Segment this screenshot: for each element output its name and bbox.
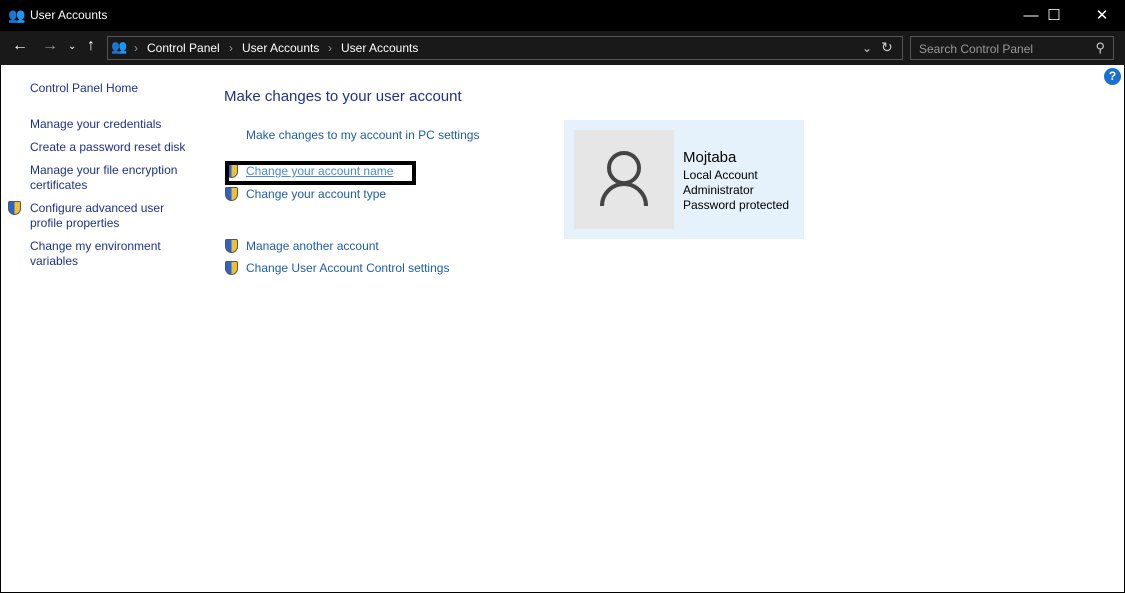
sidebar-item-advanced-profile[interactable]: Configure advanced user profile properti… — [30, 201, 180, 231]
window-title: User Accounts — [30, 8, 108, 22]
maximize-button[interactable]: ☐ — [1031, 0, 1077, 31]
navigation-bar: ← → ⌄ ↑ 👥 › Control Panel › User Account… — [0, 31, 1125, 65]
close-button[interactable]: ✕ — [1079, 0, 1125, 31]
account-card: Mojtaba Local Account Administrator Pass… — [564, 120, 804, 239]
search-input[interactable]: Search Control Panel ⚲ — [910, 36, 1114, 60]
content-area: ? Control Panel Home Manage your credent… — [1, 65, 1124, 592]
user-icon — [600, 151, 648, 207]
chevron-right-icon: › — [328, 41, 332, 55]
sidebar-item-manage-credentials[interactable]: Manage your credentials — [30, 117, 200, 132]
dropdown-icon[interactable]: ⌄ — [862, 41, 872, 55]
breadcrumb-user-accounts[interactable]: User Accounts — [242, 41, 319, 55]
help-icon[interactable]: ? — [1104, 68, 1121, 85]
account-role: Administrator — [683, 183, 754, 197]
breadcrumb-control-panel[interactable]: Control Panel — [147, 41, 220, 55]
account-name: Mojtaba — [683, 149, 737, 166]
address-bar[interactable]: 👥 › Control Panel › User Accounts › User… — [107, 36, 903, 60]
account-status: Password protected — [683, 198, 790, 212]
manage-another-account-link[interactable]: Manage another account — [246, 239, 379, 253]
back-button[interactable]: ← — [12, 37, 28, 55]
shield-icon — [225, 261, 238, 275]
sidebar-item-environment-variables[interactable]: Change my environment variables — [30, 239, 180, 269]
title-bar: 👥 User Accounts — ☐ ✕ — [0, 0, 1125, 31]
change-account-type-link[interactable]: Change your account type — [246, 187, 386, 201]
sidebar-item-file-encryption[interactable]: Manage your file encryption certificates — [30, 163, 190, 193]
users-icon: 👥 — [8, 7, 26, 23]
highlight-box — [225, 161, 416, 185]
sidebar-item-control-panel-home[interactable]: Control Panel Home — [30, 81, 200, 96]
up-button[interactable]: ↑ — [87, 37, 95, 55]
users-icon: 👥 — [111, 39, 128, 54]
uac-settings-link[interactable]: Change User Account Control settings — [246, 261, 449, 275]
account-type: Local Account — [683, 168, 758, 182]
pc-settings-link[interactable]: Make changes to my account in PC setting… — [246, 128, 479, 142]
shield-icon — [225, 187, 238, 201]
search-placeholder: Search Control Panel — [919, 42, 1034, 56]
forward-button[interactable]: → — [42, 37, 58, 55]
chevron-right-icon: › — [134, 41, 138, 55]
recent-locations-button[interactable]: ⌄ — [68, 41, 76, 52]
chevron-right-icon: › — [229, 41, 233, 55]
shield-icon — [8, 201, 21, 215]
avatar — [574, 130, 674, 229]
breadcrumb-user-accounts-current[interactable]: User Accounts — [341, 41, 418, 55]
page-title: Make changes to your user account — [224, 88, 462, 105]
search-icon[interactable]: ⚲ — [1095, 40, 1105, 56]
shield-icon — [225, 239, 238, 253]
sidebar-item-password-reset-disk[interactable]: Create a password reset disk — [30, 140, 200, 155]
refresh-icon[interactable]: ↻ — [881, 39, 893, 56]
